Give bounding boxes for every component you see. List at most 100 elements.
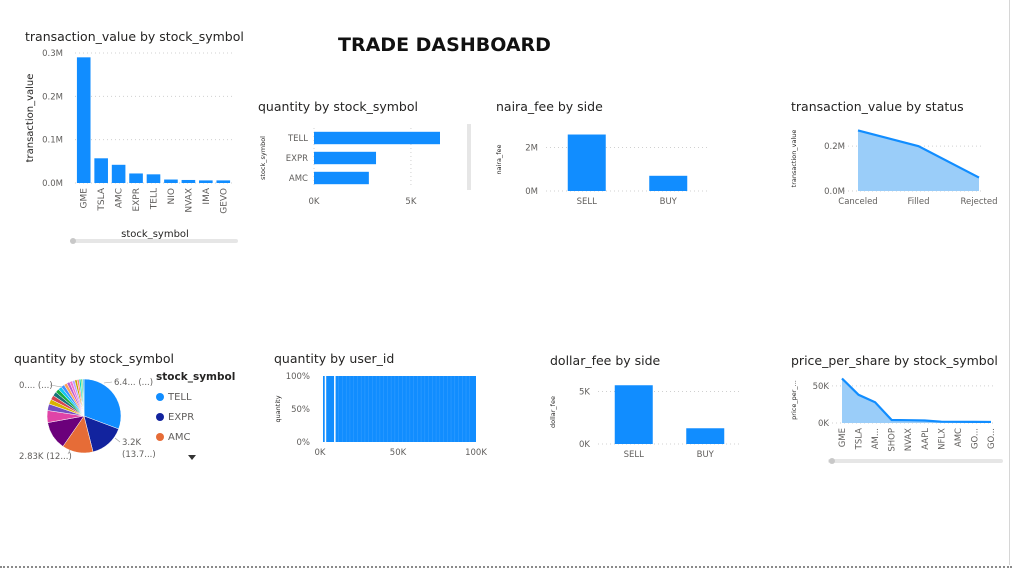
x-tick-label: 5K: [405, 197, 416, 207]
x-tick-label: NIO: [167, 188, 177, 204]
y-tick-label: 5K: [579, 388, 590, 398]
legend-dot: [156, 413, 164, 421]
data-label: (13.7...): [122, 450, 156, 460]
bar: [129, 173, 143, 183]
x-tick-label: NVAX: [184, 188, 194, 213]
legend-item-expr[interactable]: EXPR: [156, 407, 235, 427]
legend-item-amc[interactable]: AMC: [156, 427, 235, 447]
x-tick-label: NVAX: [904, 428, 914, 451]
legend-item-tell[interactable]: TELL: [156, 387, 235, 407]
chart6-quantity-by-user-id[interactable]: 0% 50% 100% 0K 50K 100K quantity: [270, 368, 495, 463]
x-tick-label: TSLA: [97, 187, 107, 211]
data-label: 6.4... (...): [114, 378, 153, 388]
y-tick-label: 50K: [813, 382, 830, 392]
y-tick-label: 0.2M: [824, 142, 845, 152]
chart5-title: quantity by stock_symbol: [14, 351, 174, 366]
y-axis-label: naira_fee: [495, 144, 503, 174]
legend-label: EXPR: [168, 411, 195, 423]
bar: [199, 180, 213, 183]
page-right-edge: [1009, 0, 1010, 565]
y-axis-label: quantity: [274, 395, 282, 422]
chart8-price-per-share-by-symbol[interactable]: 0K 50K GME TSLA AM... SHOP NVAX AAPL NFLX AMC GO..…: [788, 372, 1006, 467]
y-tick-label: TELL: [287, 134, 308, 144]
bar: [216, 180, 231, 183]
chart4-transaction-value-by-status[interactable]: 0.0M 0.2M Canceled Filled Rejected transactio…: [788, 118, 1006, 210]
y-tick-label: EXPR: [286, 154, 308, 164]
y-axis-label: price_per_...: [790, 380, 798, 420]
y-tick-label: 0.0M: [42, 179, 63, 189]
y-tick-label: 0K: [579, 440, 590, 450]
y-tick-label: 0K: [818, 419, 829, 429]
x-tick-label: GME: [838, 428, 848, 447]
chart2-quantity-by-symbol-bar[interactable]: 0K 5K TELL EXPR AMC stock_symbol: [255, 120, 475, 210]
data-label: 0.... (...): [19, 381, 53, 391]
x-tick-label: AMC: [115, 188, 125, 208]
chart8-title: price_per_share by stock_symbol: [791, 353, 998, 368]
y-tick-label: 2M: [525, 144, 538, 154]
bar: [76, 57, 91, 184]
x-tick-label: EXPR: [132, 188, 142, 212]
x-tick-label: BUY: [697, 450, 715, 460]
legend-dot: [156, 433, 164, 441]
scrollbar-thumb: [829, 458, 835, 464]
x-tick-label: Rejected: [961, 197, 998, 207]
x-tick-label: 0K: [309, 197, 320, 207]
y-tick-label: 50%: [291, 405, 310, 415]
y-tick-label: 0.1M: [42, 136, 63, 146]
x-tick-label: 50K: [390, 448, 407, 458]
chart2-vertical-scrollbar[interactable]: [467, 124, 471, 190]
x-tick-label: SELL: [624, 450, 645, 460]
horizontal-scrollbar: [70, 239, 238, 243]
chart4-title: transaction_value by status: [791, 99, 964, 114]
x-tick-label: TELL: [150, 188, 160, 210]
scrollbar-thumb: [70, 238, 76, 244]
bar: [181, 179, 196, 183]
bar: [314, 151, 377, 165]
chart1-title: transaction_value by stock_symbol: [25, 29, 244, 44]
chart7-dollar-fee-by-side[interactable]: 0K 5K SELL BUY dollar_fee: [546, 372, 761, 464]
bar: [567, 134, 606, 191]
bar: [94, 158, 108, 183]
area-fill: [858, 130, 979, 191]
bar: [614, 385, 653, 444]
page-bottom-border: [0, 566, 1012, 568]
y-tick-label: 0%: [297, 438, 311, 448]
x-tick-label: GEVO: [219, 188, 229, 214]
chart3-title: naira_fee by side: [496, 99, 603, 114]
bar: [111, 164, 126, 183]
y-axis-label: dollar_fee: [549, 396, 557, 428]
y-axis-label: transaction_value: [790, 130, 798, 188]
x-tick-label: Filled: [908, 197, 930, 207]
x-tick-label: Canceled: [838, 197, 877, 207]
leader-line: [103, 381, 113, 384]
x-tick-label: AAPL: [921, 428, 931, 450]
legend-label: AMC: [168, 431, 191, 443]
legend-label: TELL: [168, 391, 192, 403]
x-tick-label: AMC: [954, 428, 964, 447]
chart5-quantity-pie[interactable]: 6.4... (...) 3.2K (13.7...) 2.83K (12...) 0.…: [10, 368, 160, 468]
legend-title: stock_symbol: [156, 371, 236, 383]
bar: [146, 174, 161, 183]
x-tick-label: SHOP: [888, 428, 898, 452]
y-tick-label: 0M: [525, 187, 538, 197]
chart6-title: quantity by user_id: [274, 351, 395, 366]
x-tick-label: GME: [80, 188, 90, 209]
bar: [314, 171, 369, 185]
data-label: 2.83K (12...): [19, 452, 72, 462]
y-tick-label: 0.0M: [824, 187, 845, 197]
chart1-transaction-value-by-symbol[interactable]: 0.0M 0.1M 0.2M 0.3M GME TSLA AMC EXPR TELL NIO NVA…: [20, 45, 245, 250]
y-tick-label: AMC: [289, 174, 308, 184]
y-tick-label: 0.2M: [42, 92, 63, 102]
pie-legend: stock_symbol TELL EXPR AMC: [156, 371, 235, 447]
bar: [314, 131, 440, 145]
legend-dot: [156, 393, 164, 401]
y-tick-label: 100%: [286, 372, 310, 382]
chart3-naira-fee-by-side[interactable]: 0M 2M SELL BUY naira_fee: [492, 120, 717, 210]
x-tick-label: GO...: [987, 428, 997, 449]
area-fill: [842, 378, 991, 423]
y-tick-label: 0.3M: [42, 49, 63, 59]
x-tick-label: IMA: [202, 187, 212, 204]
legend-scroll-down-icon[interactable]: [188, 455, 196, 460]
data-label: 3.2K: [122, 438, 142, 448]
bar: [164, 179, 178, 183]
